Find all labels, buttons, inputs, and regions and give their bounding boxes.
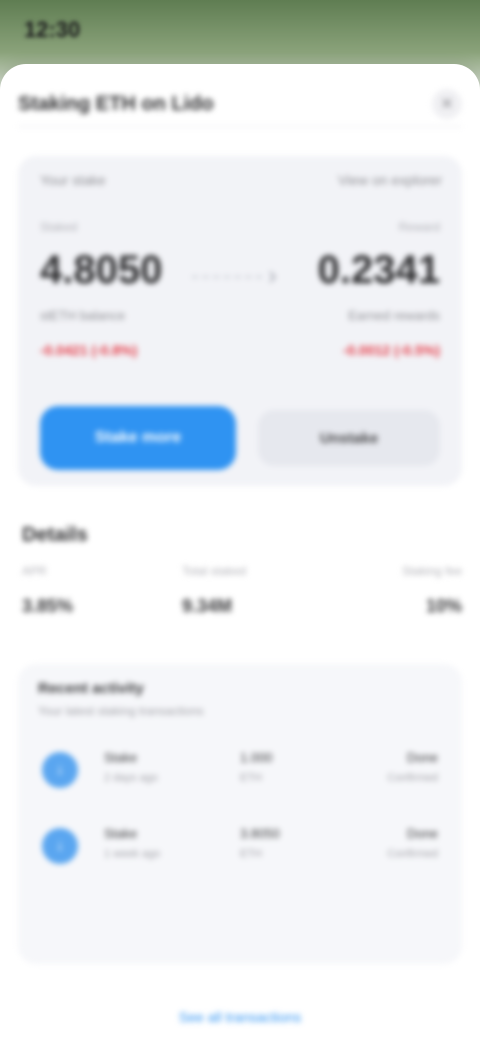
activity-status: Done (406, 750, 438, 765)
staked-delta: -0.0421 (-0.8%) (40, 342, 138, 358)
activity-status-sub: Confirmed (387, 772, 438, 784)
stake-more-button[interactable]: Stake more (40, 406, 236, 470)
reward-delta: -0.0012 (-0.5%) (342, 342, 440, 358)
stat-label: Total staked (182, 564, 247, 578)
staked-value: 4.8050 (40, 248, 163, 292)
sheet-title: Staking ETH on Lido (18, 92, 214, 115)
reward-subtitle: Earned rewards (348, 308, 440, 323)
list-item[interactable]: ↓ Stake 2 days ago 1.000 ETH Done Confir… (18, 740, 462, 800)
activity-status: Done (406, 826, 438, 841)
stat-total-staked: Total staked 9.34M (182, 564, 322, 617)
stake-summary-card: Your stake View on explorer Staked 4.805… (18, 156, 462, 486)
activity-token: ETH (240, 772, 262, 784)
activity-name: Stake (104, 826, 138, 841)
explorer-link[interactable]: View on explorer (338, 172, 442, 188)
reward-caption: Reward (398, 220, 440, 234)
stat-label: APR (22, 564, 47, 578)
stat-label: Staking fee (401, 564, 462, 578)
unstake-button[interactable]: Unstake (258, 410, 440, 466)
activity-status-sub: Confirmed (387, 848, 438, 860)
summary-label: Your stake (40, 172, 106, 188)
staked-subtitle: stETH balance (40, 308, 126, 323)
list-item[interactable]: ↓ Stake 1 week ago 3.8050 ETH Done Confi… (18, 816, 462, 876)
activity-amount: 3.8050 (240, 826, 280, 841)
activity-token: ETH (240, 848, 262, 860)
details-title: Details (22, 524, 88, 546)
status-bar-time: 12:30 (24, 17, 81, 42)
activity-amount: 1.000 (240, 750, 273, 765)
activity-name: Stake (104, 750, 138, 765)
reward-value: 0.2341 (317, 248, 440, 292)
staked-caption: Staked (40, 220, 78, 234)
arrow-down-icon: ↓ (42, 752, 78, 788)
activity-time: 2 days ago (104, 772, 158, 784)
activity-title: Recent activity (38, 680, 144, 697)
stat-value: 3.85% (22, 596, 74, 616)
stat-apr: APR 3.85% (22, 564, 162, 617)
arrow-right-icon: › (268, 260, 277, 290)
see-all-transactions-link[interactable]: See all transactions (130, 1009, 350, 1025)
sheet-header: Staking ETH on Lido ✕ (18, 82, 462, 127)
stat-fee: Staking fee 10% (322, 564, 462, 617)
stat-value: 9.34M (182, 596, 233, 616)
activity-subtitle: Your latest staking transactions (38, 704, 204, 718)
close-icon[interactable]: ✕ (432, 89, 462, 119)
divider-line (192, 276, 262, 278)
bottom-sheet: Staking ETH on Lido ✕ Your stake View on… (0, 64, 480, 1054)
arrow-down-icon: ↓ (42, 828, 78, 864)
activity-time: 1 week ago (104, 848, 161, 860)
stat-value: 10% (425, 596, 462, 616)
activity-card: Recent activity Your latest staking tran… (18, 664, 462, 964)
